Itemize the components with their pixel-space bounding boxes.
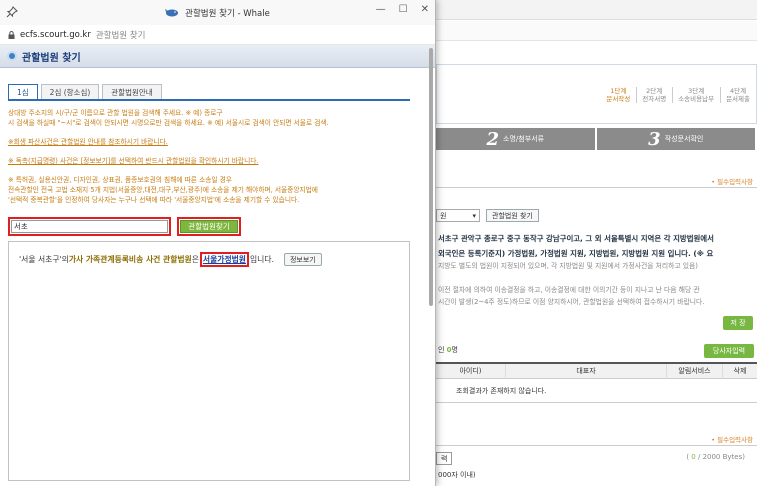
tab-attachments-label: 소명/첨부서류 [503,135,545,143]
byte-counter: ( 0 / 2000 Bytes) [686,453,745,461]
step-2-num: 2단계 [646,87,663,95]
party-count: 인 0명 [438,345,458,355]
char-limit: 000자 이내) [438,471,476,479]
window-titlebar: 관할법원 찾기 - Whale — ☐ ✕ [0,0,435,25]
col-delete: 삭제 [733,366,747,375]
party-count-prefix: 인 [438,346,447,354]
find-court-button[interactable]: 관할법원 찾기 [486,209,539,222]
col-id: 아이디) [436,363,506,379]
search-row: 서초 관할법원찾기 [8,217,241,236]
court-info-line-4: 이전 절차에 의하여 이송결정을 하고, 이송결정에 대한 이의기간 등이 지나… [438,286,700,294]
step-1-num: 1단계 [610,87,627,95]
close-icon[interactable]: ✕ [421,4,429,15]
court-tabs: 1심 2심 (항소심) 관할법원안내 [8,84,162,100]
guide-line-4: ※ 독촉(지급명령) 사건은 [정보보기]를 선택하여 반드시 관할법원을 확인… [8,157,259,165]
input-tab[interactable]: 력 [436,452,453,465]
guide-line-7: '선택적 중복관할'을 인정하여 당사자는 누구나 선택에 따라 '서울중앙지법… [8,196,300,204]
step-4-num: 4단계 [729,87,747,95]
popup-header-title: 관할법원 찾기 [22,52,81,64]
party-table: 아이디) 대표자 알림서비스 삭제 조회결과가 존재하지 않습니다. [436,362,757,403]
step-1: 1단계 문서작성 [601,87,630,103]
tab-appeal[interactable]: 2심 (항소심) [40,84,100,99]
save-button[interactable]: 저 장 [723,316,753,330]
tab-underline [8,99,410,101]
tab-attachments[interactable]: 2 소명/첨부서류 [436,128,597,150]
window-controls: — ☐ ✕ [376,4,429,15]
result-box: '서울 서초구'의 가사 가족관계등록비송 사건 관할법원 은 서울가정법원 입… [8,241,410,481]
guide-line-6: 전속관할인 전국 고법 소재지 5개 지법(서울중앙,대전,대구,부산,광주)에… [8,186,318,194]
court-select-value: 원 [440,211,447,220]
court-select[interactable]: 원 ▾ [436,209,480,222]
url-bar[interactable]: ecfs.scourt.go.kr 관할법원 찾기 [0,25,435,45]
result-suffix: 입니다. [249,255,274,264]
tab-review-label: 작성문서확인 [664,135,704,143]
window-title-text: 관할법원 찾기 - Whale [185,8,270,19]
divider [436,187,757,188]
tab-attachments-num: 2 [486,128,500,150]
search-court-button[interactable]: 관할법원찾기 [180,220,238,233]
court-info-line-1: 서초구 관악구 종로구 중구 동작구 강남구이고, 그 외 서울특별시 지역은 … [438,234,714,243]
search-input-highlight: 서초 [8,217,171,236]
court-info-line-5: 시간이 발생(2~4주 정도)하므로 이점 양지하시어, 관할법원을 선택하여 … [438,298,705,306]
col-notification: 알림서비스 [667,363,723,379]
court-info-line-3: 지방도 별도의 법원이 지정되어 있으며, 각 지방법원 및 지원에서 가정사건… [438,262,698,270]
party-count-suffix: 명 [451,346,458,354]
table-empty-row: 조회결과가 존재하지 않습니다. [436,379,757,403]
tab-review-num: 3 [648,128,661,150]
result-court-link[interactable]: 서울가정법원 [199,252,249,267]
col-representative: 대표자 [506,363,667,379]
step-3-label: 소송비용납부 [678,95,715,103]
chevron-down-icon: ▾ [472,211,476,220]
result-particle: 은 [191,255,199,264]
step-1-label: 문서작성 [606,95,631,103]
step-3: 3단계 소송비용납부 [672,87,714,103]
minimize-icon[interactable]: — [376,4,386,15]
guide-line-3: ※회생 파산사건은 관할법원 안내를 참조하시기 바랍니다. [8,138,168,146]
tab-court-guide[interactable]: 관할법원안내 [102,84,162,99]
result-line: '서울 서초구'의 가사 가족관계등록비송 사건 관할법원 은 서울가정법원 입… [19,252,322,267]
search-input[interactable]: 서초 [11,220,168,233]
whale-logo-icon [165,9,179,17]
guide-line-1: 상대방 주소지의 시/구/군 이름으로 관할 법원을 검색해 주세요. ※ 예)… [8,109,223,117]
scrollbar[interactable] [429,48,433,306]
court-info-line-2: 외국인은 등록기준지) 가정법원, 가정법원 지원, 지방법원, 지방법원 지원… [438,249,714,258]
url-page-title: 관할법원 찾기 [95,30,146,41]
result-region: '서울 서초구'의 [19,255,69,264]
tab-first-instance[interactable]: 1심 [8,84,38,100]
popup-header: 관할법원 찾기 [0,45,435,68]
guide-line-5: ※ 특허권, 실용신안권, 디자인권, 상표권, 품종보호권의 침해에 따른 소… [8,176,232,184]
required-note-2: • 필수입력사항 [711,436,753,444]
section-tabs: 2 소명/첨부서류 3 작성문서확인 [436,128,757,150]
step-3-num: 3단계 [688,87,705,95]
maximize-icon[interactable]: ☐ [399,4,408,15]
guide-line-2: 시 검색을 하실때 "~시"로 검색이 안되시면 시명으로만 검색을 하세요. … [8,119,329,127]
window-title: 관할법원 찾기 - Whale [0,0,435,25]
required-note: • 필수입력사항 [711,178,753,186]
byte-close: / 2000 Bytes) [695,453,745,461]
header-bullet-icon [7,51,17,61]
court-select-row: 원 ▾ 관할법원 찾기 [436,209,539,222]
step-4-label: 문서제출 [726,95,750,103]
info-view-button[interactable]: 정보보기 [283,253,322,266]
progress-panel: 1단계 문서작성 2단계 전자서명 3단계 소송비용납부 4단계 문서제출 [436,64,757,124]
divider-2 [436,445,757,446]
url-host: ecfs.scourt.go.kr [20,29,91,40]
add-party-button[interactable]: 당사자입력 [704,344,754,358]
search-button-highlight: 관할법원찾기 [177,217,241,236]
step-indicator: 1단계 문서작성 2단계 전자서명 3단계 소송비용납부 4단계 문서제출 [601,87,750,103]
lock-icon [8,30,15,39]
step-2-label: 전자서명 [642,95,667,103]
step-2: 2단계 전자서명 [636,87,666,103]
tab-review[interactable]: 3 작성문서확인 [596,128,757,150]
step-4: 4단계 문서제출 [720,87,750,103]
table-header: 아이디) 대표자 알림서비스 삭제 [436,363,757,379]
court-finder-popup: 관할법원 찾기 - Whale — ☐ ✕ ecfs.scourt.go.kr … [0,0,436,486]
result-case-type: 가사 가족관계등록비송 사건 관할법원 [68,255,192,264]
